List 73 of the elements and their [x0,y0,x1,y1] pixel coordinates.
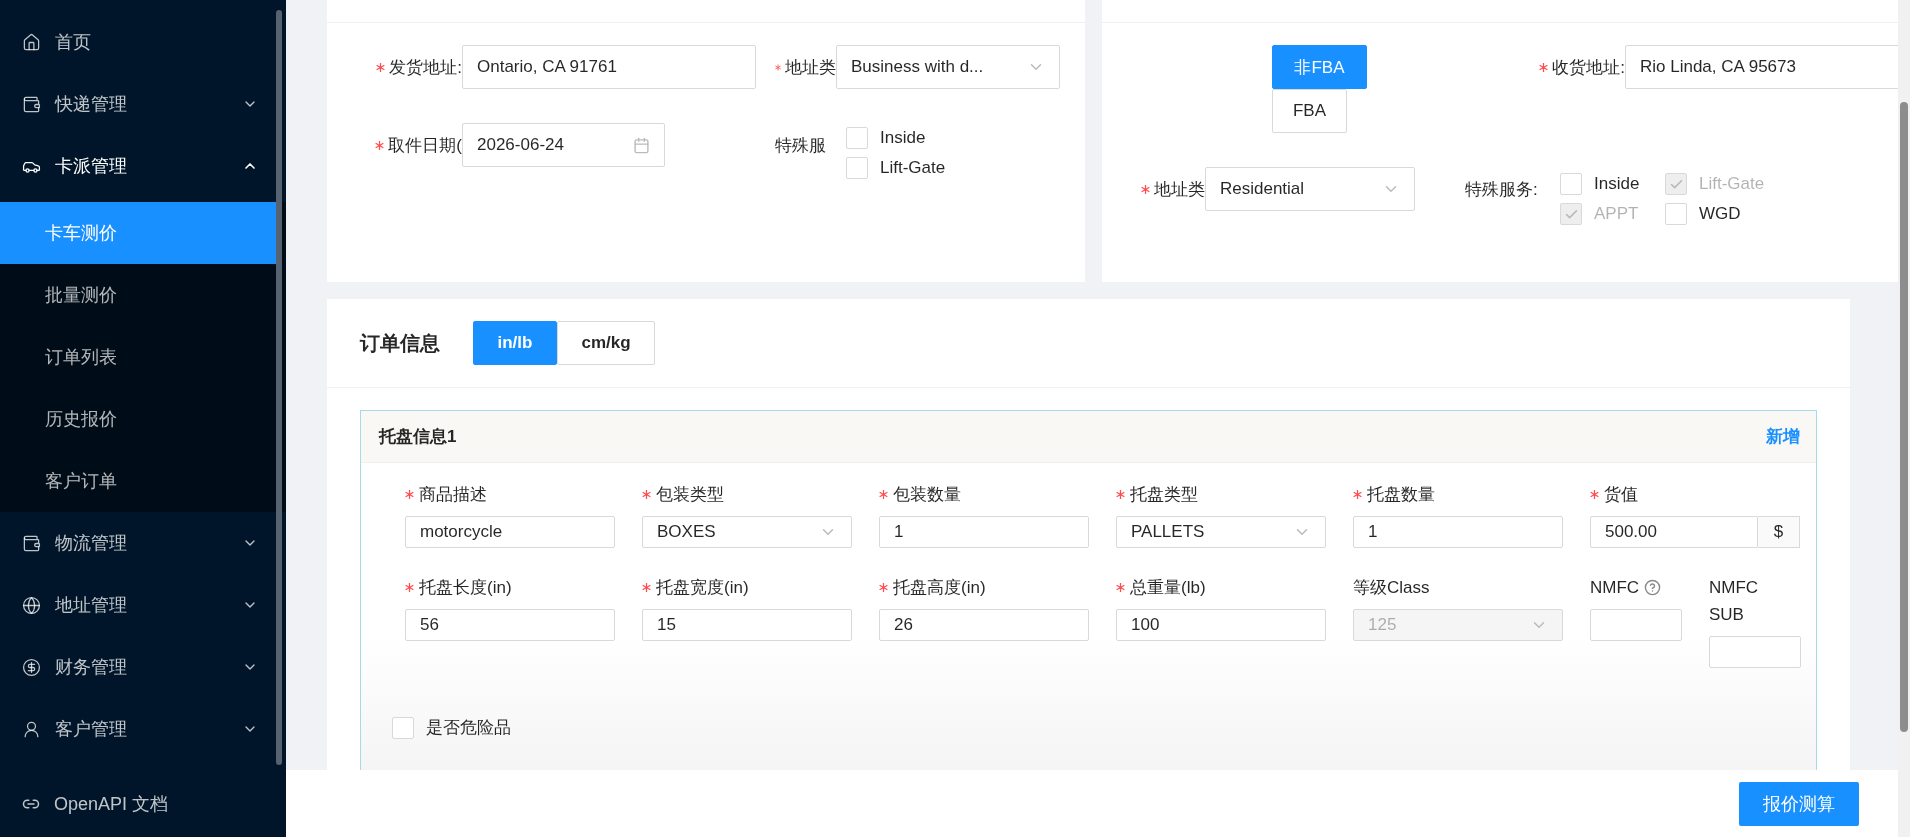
field-label: 地址类 [1154,178,1205,201]
field-label: 取件日期( [388,134,462,157]
checkbox[interactable] [1560,173,1582,195]
user-icon [22,719,41,739]
field-label: 包装数量 [893,484,961,506]
checkbox[interactable] [846,157,868,179]
menu-item[interactable]: 首页 [0,11,286,73]
field-label: 等级Class [1353,577,1430,599]
input-field[interactable]: 15 [642,609,852,641]
input-field[interactable]: 26 [879,609,1089,641]
checkbox-option[interactable]: Inside [846,123,946,153]
input-field[interactable] [1709,636,1801,668]
input-field[interactable]: 100 [1116,609,1326,641]
address-type-select[interactable]: Business with d... [836,45,1060,89]
select-field[interactable]: BOXES [642,516,852,548]
date-picker[interactable]: 2026-06-24 [462,123,665,167]
globe-icon [22,595,41,615]
field-label: 货值 [1604,484,1638,506]
field-label: 总重量(lb) [1130,577,1206,599]
scrollbar[interactable] [1898,0,1910,837]
field-label: 地址类 [785,56,836,79]
menu-item[interactable]: 卡派管理 [0,135,286,197]
field-label: 商品描述 [419,484,487,506]
field-label: NMFC [1590,577,1640,599]
wallet-icon [22,94,41,114]
pallet-header: 托盘信息1 新增 [361,411,1816,463]
home-icon [22,32,41,52]
menu-item[interactable]: 财务管理 [0,636,286,698]
field-label: 特殊服务: [1465,178,1538,201]
field-label: 发货地址: [389,56,462,79]
field-label: 特殊服 [775,134,826,157]
checkbox[interactable] [1665,203,1687,225]
field-label: 收货地址: [1552,56,1625,79]
menu-item[interactable]: 快递管理 [0,73,286,135]
checkbox[interactable] [846,127,868,149]
input-field[interactable]: 1 [1353,516,1563,548]
checkbox-option[interactable]: Lift-Gate [846,153,946,183]
calendar-icon [633,136,650,154]
field-label: NMFC SUB [1709,577,1760,626]
input-field[interactable]: 1 [879,516,1089,548]
dollar-icon [22,657,41,677]
submenu-item[interactable]: 订单列表 [0,326,280,388]
section-title: 订单信息 [360,330,440,356]
input-field[interactable]: 56 [405,609,615,641]
checkbox-option[interactable]: WGD [1665,199,1785,229]
menu-item[interactable]: 客户管理 [0,698,286,760]
submenu-item[interactable]: 批量测价 [0,264,280,326]
unit-toggle[interactable]: cm/kg [557,321,655,365]
input-field[interactable] [1590,609,1682,641]
field-label: 托盘数量 [1367,484,1435,506]
field-label: 托盘类型 [1130,484,1198,506]
scrollbar[interactable] [276,10,282,765]
wallet-icon [22,533,41,553]
fba-toggle[interactable]: FBA [1272,89,1347,133]
field-label: 包装类型 [656,484,724,506]
value-field[interactable]: 500.00 [1590,516,1758,548]
help-icon[interactable] [1644,579,1662,596]
select-field[interactable]: PALLETS [1116,516,1326,548]
address-field[interactable]: Ontario, CA 91761 [462,45,756,89]
submenu-item[interactable]: 历史报价 [0,388,280,450]
field-label: 托盘宽度(in) [656,577,749,599]
submenu-item[interactable]: 客户订单 [0,450,280,512]
field-label: 托盘长度(in) [419,577,512,599]
hazmat-checkbox[interactable]: 是否危险品 [392,716,1816,739]
checkbox[interactable] [392,716,414,739]
menu-item[interactable]: 地址管理 [0,574,286,636]
checkbox-option[interactable]: Inside [1560,169,1665,199]
menu-item[interactable]: 物流管理 [0,512,286,574]
input-field[interactable]: motorcycle [405,516,615,548]
address-type-select[interactable]: Residential [1205,167,1415,211]
address-field[interactable]: Rio Linda, CA 95673 [1625,45,1898,89]
field-label: 托盘高度(in) [893,577,986,599]
currency-addon: $ [1758,516,1800,548]
